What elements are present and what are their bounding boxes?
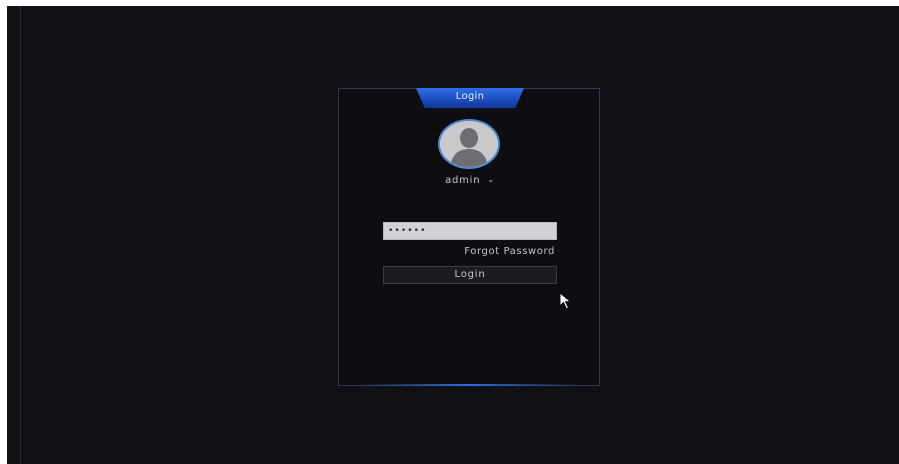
username-label: admin (445, 175, 481, 186)
mouse-pointer-icon (559, 291, 573, 314)
user-avatar-icon (438, 119, 500, 169)
left-divider (20, 6, 21, 464)
forgot-password-link[interactable]: Forgot Password (464, 246, 555, 257)
user-selector[interactable]: admin ⌄ (339, 175, 601, 186)
dialog-bottom-glow (359, 384, 579, 386)
login-dialog: Login admin ⌄ Forgot Password Login (338, 88, 600, 386)
login-button[interactable]: Login (383, 266, 557, 284)
dialog-title: Login (455, 91, 485, 102)
password-field[interactable] (383, 222, 557, 240)
chevron-down-icon[interactable]: ⌄ (487, 175, 495, 184)
dvr-screen: Login admin ⌄ Forgot Password Login (7, 6, 899, 464)
